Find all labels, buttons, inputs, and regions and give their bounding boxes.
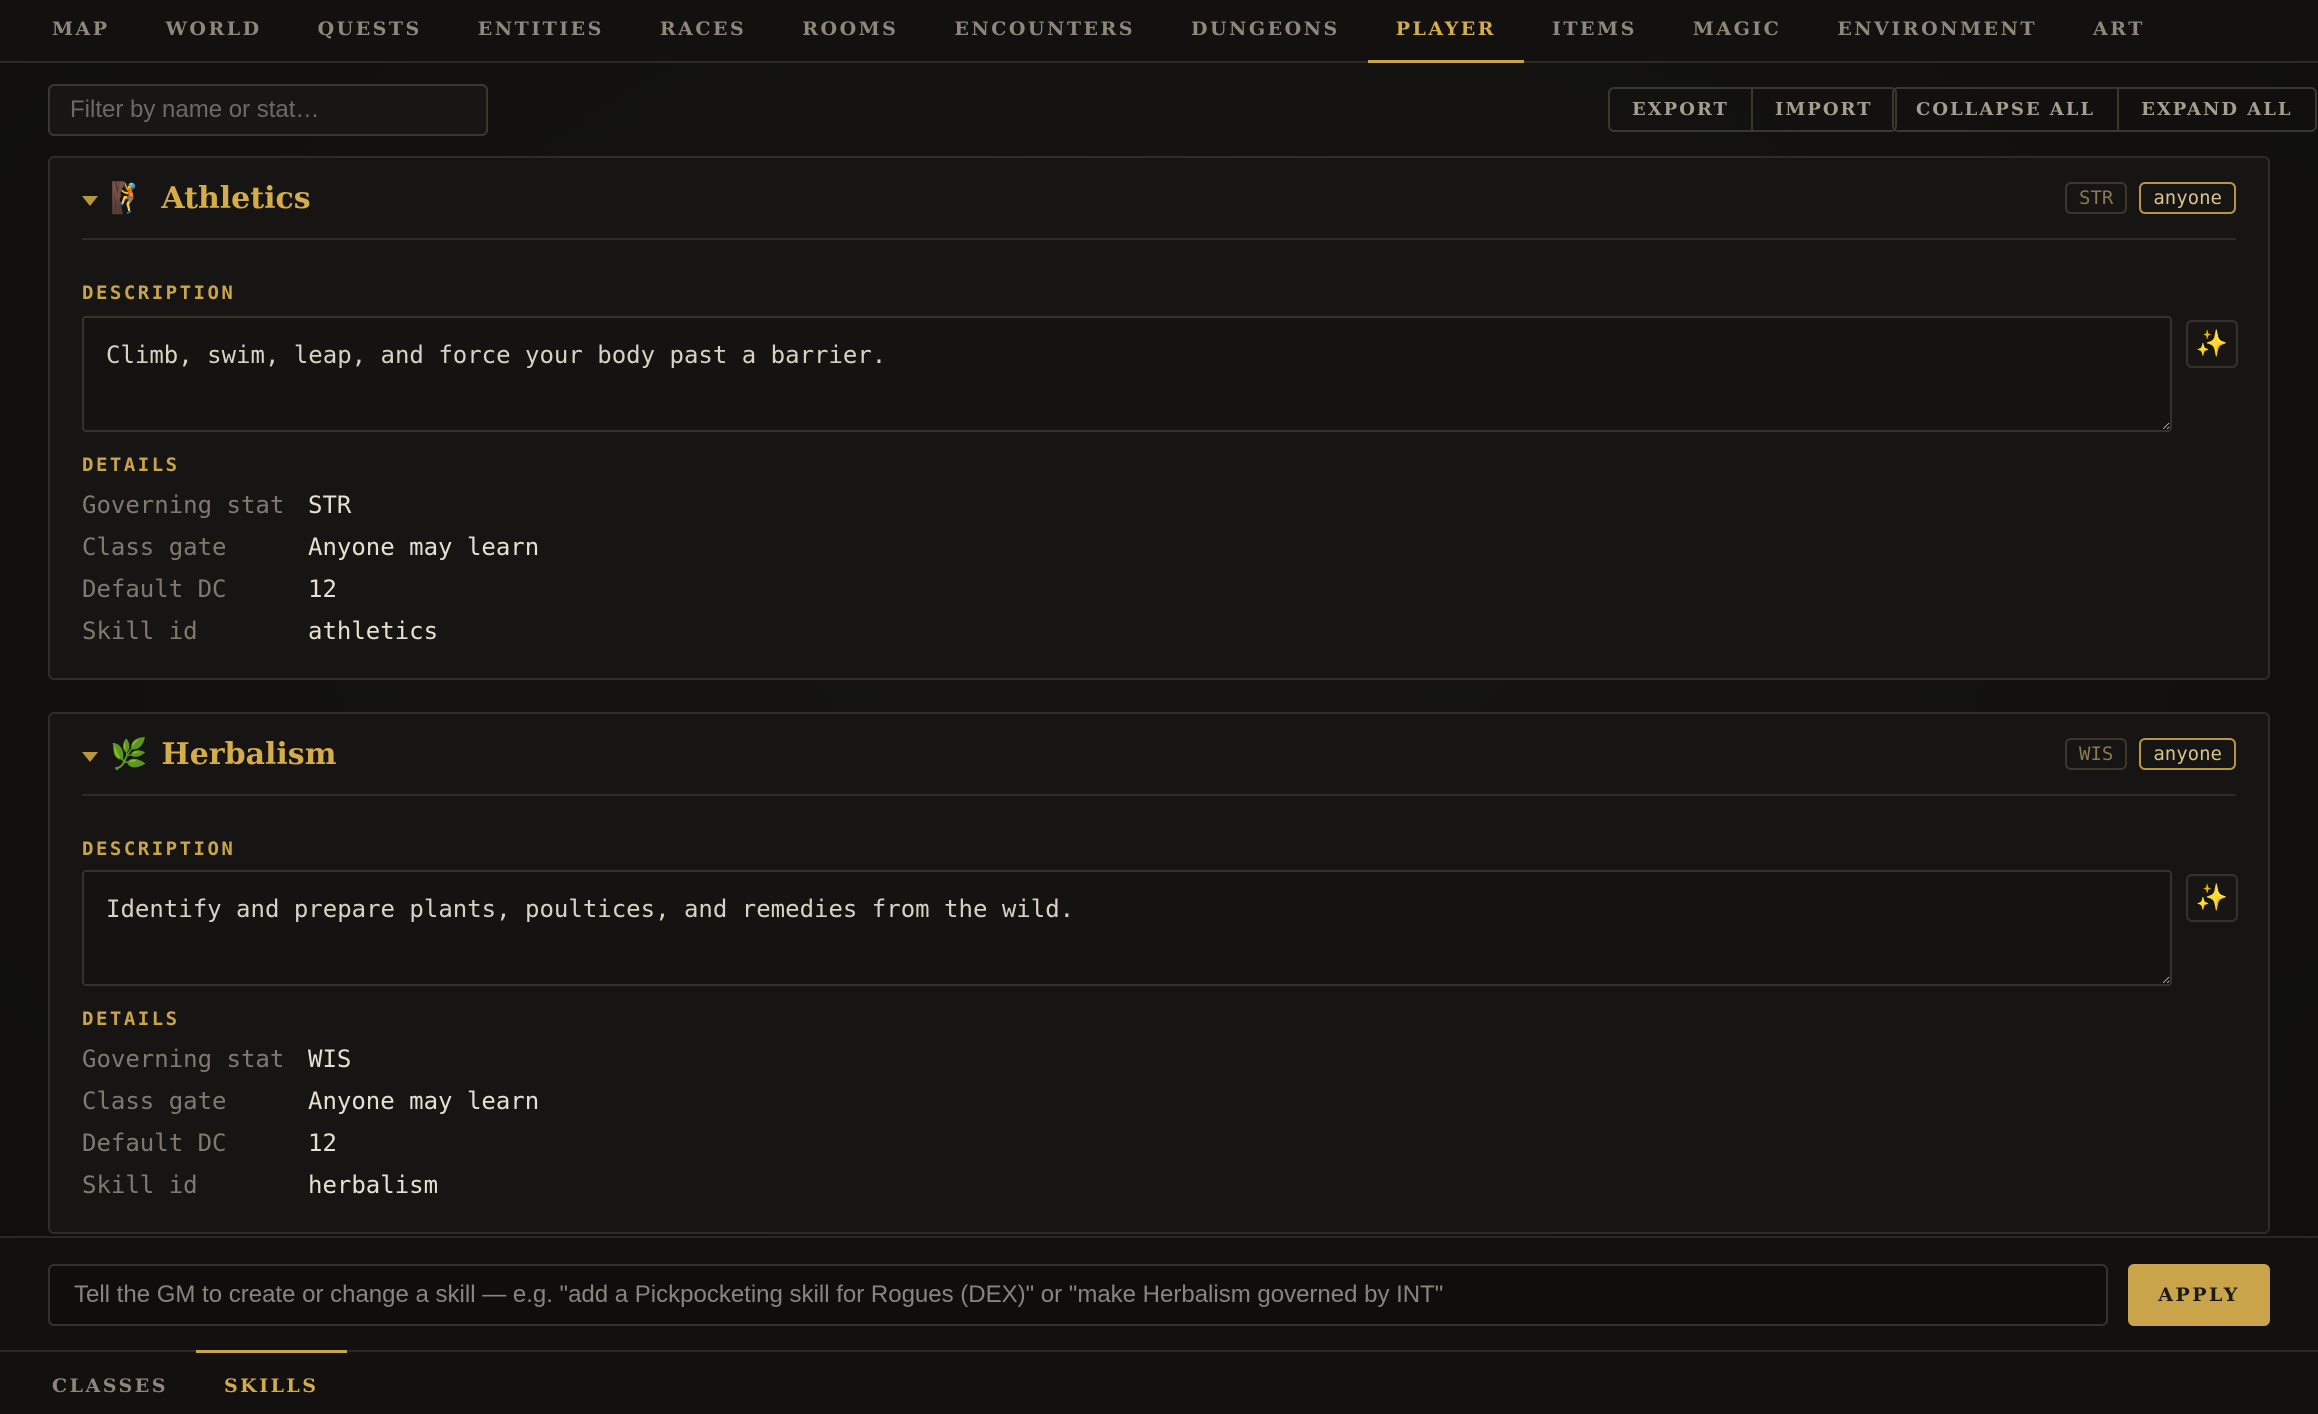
detail-value: herbalism: [308, 1171, 439, 1199]
tab-map[interactable]: MAP: [24, 0, 138, 61]
tab-races[interactable]: RACES: [632, 0, 774, 61]
skill-card-header[interactable]: 🧗 Athletics STR anyone: [82, 158, 2236, 240]
stat-badge: WIS: [2065, 738, 2128, 770]
expand-all-button[interactable]: EXPAND ALL: [2117, 89, 2314, 130]
detail-key: Governing stat: [82, 1045, 285, 1073]
details-list: Governing stat STR Class gate Anyone may…: [82, 484, 539, 652]
top-nav: MAP WORLD QUESTS ENTITIES RACES ROOMS EN…: [0, 0, 2318, 63]
detail-value: Anyone may learn: [308, 533, 540, 561]
tab-encounters[interactable]: ENCOUNTERS: [926, 0, 1163, 61]
skill-badges: STR anyone: [2065, 182, 2236, 214]
detail-key: Skill id: [82, 617, 198, 645]
description-field[interactable]: Climb, swim, leap, and force your body p…: [82, 316, 2172, 432]
herb-icon: 🌿: [110, 736, 148, 772]
skill-badges: WIS anyone: [2065, 738, 2236, 770]
app: MAP WORLD QUESTS ENTITIES RACES ROOMS EN…: [0, 0, 2318, 1414]
import-button[interactable]: IMPORT: [1750, 89, 1895, 130]
description-label: DESCRIPTION: [82, 838, 236, 860]
details-label: DETAILS: [82, 454, 180, 476]
export-button[interactable]: EXPORT: [1610, 89, 1751, 130]
tab-classes[interactable]: CLASSES: [24, 1352, 196, 1414]
tab-rooms[interactable]: ROOMS: [774, 0, 926, 61]
skill-card-athletics: 🧗 Athletics STR anyone DESCRIPTION Climb…: [48, 156, 2270, 680]
detail-row-class-gate: Class gate Anyone may learn: [82, 526, 539, 568]
tab-world[interactable]: WORLD: [138, 0, 290, 61]
detail-key: Skill id: [82, 1171, 198, 1199]
detail-value: Anyone may learn: [308, 1087, 540, 1115]
stat-badge: STR: [2065, 182, 2128, 214]
collapse-caret-icon[interactable]: [82, 752, 98, 762]
details-list: Governing stat WIS Class gate Anyone may…: [82, 1038, 539, 1206]
detail-row-skill-id: Skill id herbalism: [82, 1164, 539, 1206]
climbing-person-icon: 🧗: [110, 180, 148, 216]
tab-entities[interactable]: ENTITIES: [450, 0, 632, 61]
skill-card-header[interactable]: 🌿 Herbalism WIS anyone: [82, 714, 2236, 796]
sparkle-icon[interactable]: ✨: [2186, 874, 2238, 922]
detail-row-default-dc: Default DC 12: [82, 1122, 539, 1164]
filter-input[interactable]: [48, 84, 488, 136]
detail-key: Class gate: [82, 1087, 227, 1115]
apply-button[interactable]: APPLY: [2128, 1264, 2270, 1326]
gm-prompt-input[interactable]: [48, 1264, 2108, 1326]
detail-row-governing-stat: Governing stat WIS: [82, 1038, 539, 1080]
description-field[interactable]: Identify and prepare plants, poultices, …: [82, 870, 2172, 986]
detail-key: Default DC: [82, 1129, 227, 1157]
sub-nav: CLASSES SKILLS: [0, 1350, 2318, 1414]
detail-row-class-gate: Class gate Anyone may learn: [82, 1080, 539, 1122]
gm-prompt-bar: APPLY: [0, 1236, 2318, 1350]
collapse-all-button[interactable]: COLLAPSE ALL: [1894, 89, 2117, 130]
detail-value: WIS: [308, 1045, 352, 1073]
tab-art[interactable]: ART: [2065, 0, 2173, 61]
detail-value: 12: [308, 1129, 337, 1157]
detail-value: 12: [308, 575, 337, 603]
tab-dungeons[interactable]: DUNGEONS: [1163, 0, 1368, 61]
gate-badge: anyone: [2139, 182, 2236, 214]
import-export-group: EXPORT IMPORT: [1608, 87, 1897, 132]
detail-key: Class gate: [82, 533, 227, 561]
collapse-expand-group: COLLAPSE ALL EXPAND ALL: [1892, 87, 2317, 132]
detail-key: Default DC: [82, 575, 227, 603]
description-label: DESCRIPTION: [82, 282, 236, 304]
tab-environment[interactable]: ENVIRONMENT: [1809, 0, 2065, 61]
tab-magic[interactable]: MAGIC: [1665, 0, 1810, 61]
details-label: DETAILS: [82, 1008, 180, 1030]
tab-items[interactable]: ITEMS: [1524, 0, 1665, 61]
detail-value: STR: [308, 491, 352, 519]
skill-card-herbalism: 🌿 Herbalism WIS anyone DESCRIPTION Ident…: [48, 712, 2270, 1234]
skill-name: Herbalism: [161, 736, 337, 772]
sparkle-icon[interactable]: ✨: [2186, 320, 2238, 368]
detail-row-governing-stat: Governing stat STR: [82, 484, 539, 526]
gate-badge: anyone: [2139, 738, 2236, 770]
detail-row-skill-id: Skill id athletics: [82, 610, 539, 652]
skill-name: Athletics: [161, 180, 311, 216]
tab-skills[interactable]: SKILLS: [195, 1350, 347, 1414]
detail-key: Governing stat: [82, 491, 285, 519]
tab-quests[interactable]: QUESTS: [290, 0, 450, 61]
collapse-caret-icon[interactable]: [82, 196, 98, 206]
tab-player[interactable]: PLAYER: [1367, 0, 1525, 63]
detail-value: athletics: [308, 617, 439, 645]
detail-row-default-dc: Default DC 12: [82, 568, 539, 610]
